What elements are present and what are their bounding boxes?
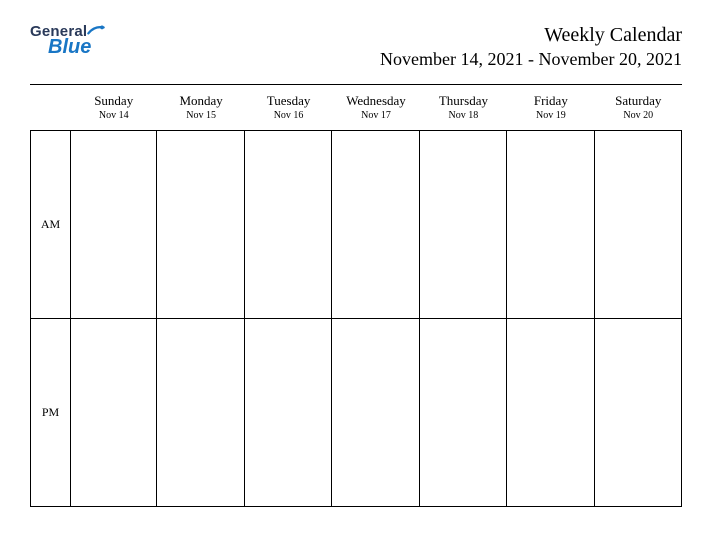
- cell-am-friday: [507, 131, 594, 319]
- logo-text-blue: Blue: [48, 37, 105, 57]
- cell-pm-monday: [157, 319, 244, 507]
- period-am-label: AM: [30, 131, 70, 319]
- day-name: Monday: [157, 93, 244, 109]
- day-date: Nov 18: [420, 110, 507, 121]
- cell-pm-saturday: [595, 319, 682, 507]
- day-date: Nov 20: [595, 110, 682, 121]
- day-name: Thursday: [420, 93, 507, 109]
- title-block: Weekly Calendar November 14, 2021 - Nove…: [380, 24, 682, 70]
- cell-pm-friday: [507, 319, 594, 507]
- cell-am-thursday: [420, 131, 507, 319]
- logo-swoosh-icon: [87, 24, 105, 36]
- page-subtitle: November 14, 2021 - November 20, 2021: [380, 49, 682, 70]
- cell-pm-sunday: [70, 319, 157, 507]
- day-header-sunday: Sunday Nov 14: [70, 89, 157, 131]
- page-title: Weekly Calendar: [380, 24, 682, 47]
- day-name: Tuesday: [245, 93, 332, 109]
- grid-corner: [30, 89, 70, 131]
- cell-pm-tuesday: [245, 319, 332, 507]
- day-header-monday: Monday Nov 15: [157, 89, 244, 131]
- logo: General Blue: [30, 24, 105, 57]
- cell-am-sunday: [70, 131, 157, 319]
- day-name: Wednesday: [332, 93, 419, 109]
- day-date: Nov 15: [157, 110, 244, 121]
- day-name: Sunday: [70, 93, 157, 109]
- day-date: Nov 17: [332, 110, 419, 121]
- period-pm-label: PM: [30, 319, 70, 507]
- day-name: Saturday: [595, 93, 682, 109]
- day-date: Nov 19: [507, 110, 594, 121]
- day-header-thursday: Thursday Nov 18: [420, 89, 507, 131]
- cell-pm-wednesday: [332, 319, 419, 507]
- header-row: General Blue Weekly Calendar November 14…: [30, 24, 682, 70]
- day-header-saturday: Saturday Nov 20: [595, 89, 682, 131]
- day-name: Friday: [507, 93, 594, 109]
- day-date: Nov 16: [245, 110, 332, 121]
- cell-am-saturday: [595, 131, 682, 319]
- calendar-grid: Sunday Nov 14 Monday Nov 15 Tuesday Nov …: [30, 89, 682, 507]
- day-date: Nov 14: [70, 110, 157, 121]
- day-header-tuesday: Tuesday Nov 16: [245, 89, 332, 131]
- cell-pm-thursday: [420, 319, 507, 507]
- day-header-wednesday: Wednesday Nov 17: [332, 89, 419, 131]
- cell-am-tuesday: [245, 131, 332, 319]
- cell-am-wednesday: [332, 131, 419, 319]
- header-divider: [30, 84, 682, 85]
- cell-am-monday: [157, 131, 244, 319]
- day-header-friday: Friday Nov 19: [507, 89, 594, 131]
